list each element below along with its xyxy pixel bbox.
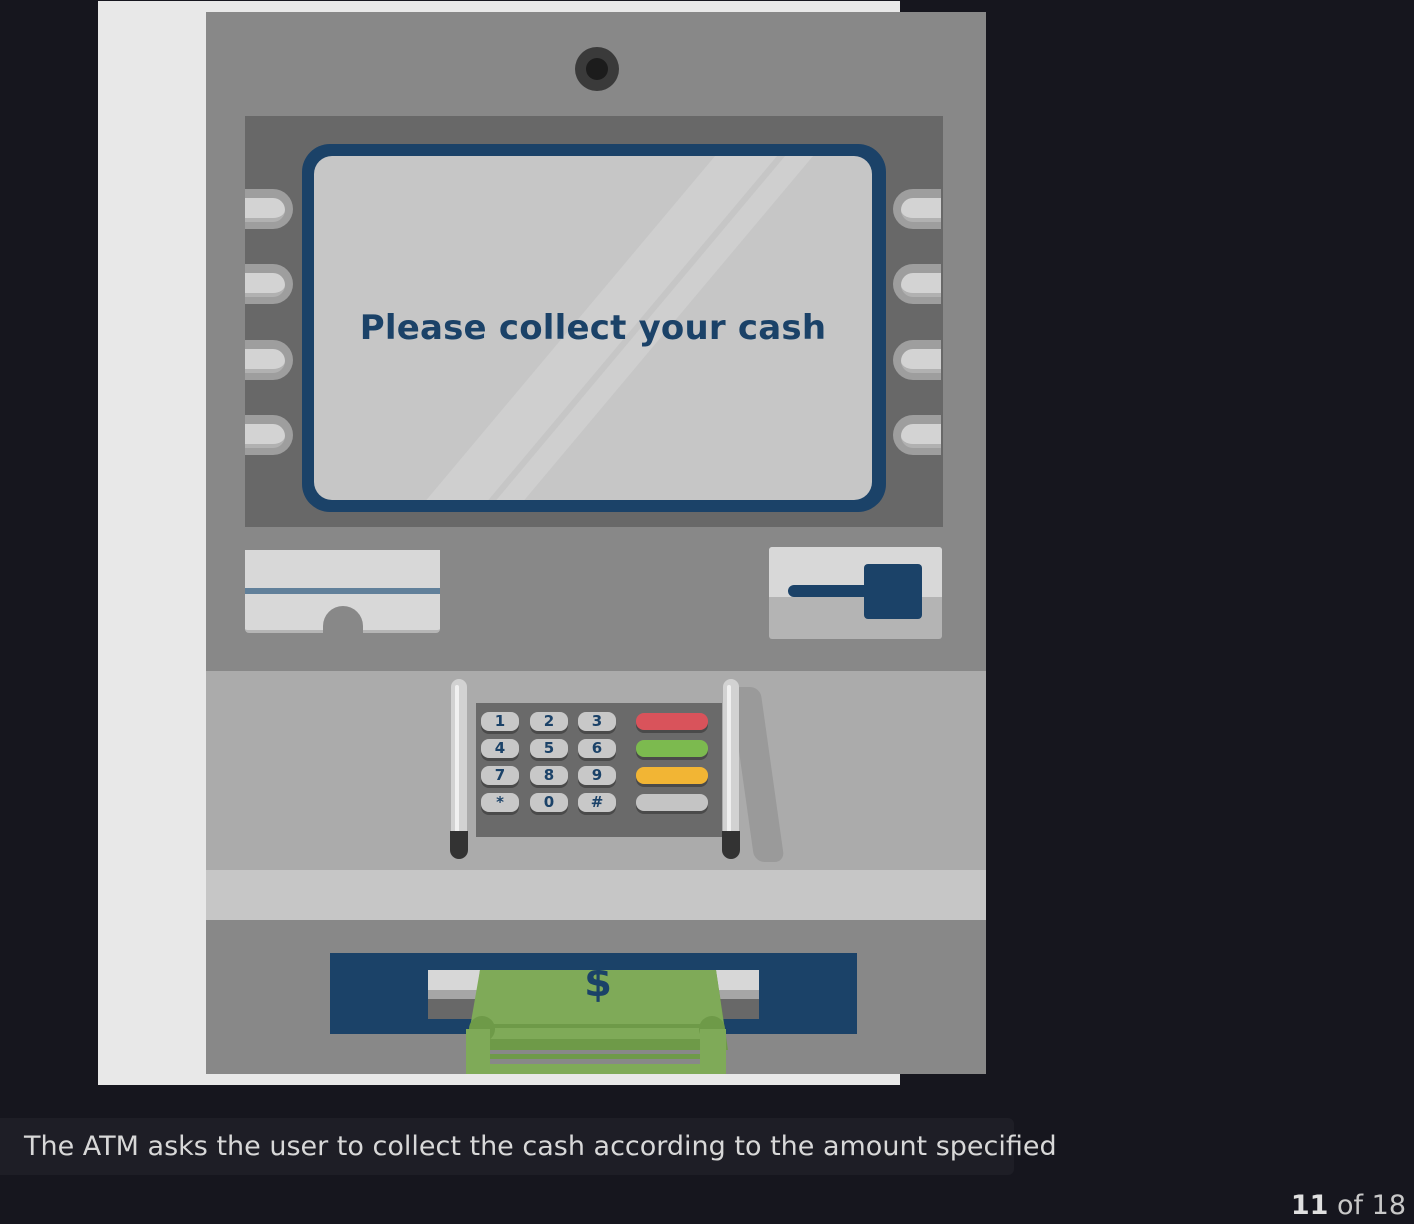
- key-1: 1: [481, 712, 519, 731]
- side-button-left-4: [245, 415, 293, 455]
- key-8: 8: [530, 766, 568, 785]
- side-button-cap: [901, 273, 941, 297]
- card-reader: [769, 547, 942, 639]
- pin-pad: 1 2 3 4 5 6 7 8 9 * 0 #: [476, 703, 722, 837]
- side-button-left-2: [245, 264, 293, 304]
- atm-screen: Please collect your cash: [314, 156, 872, 500]
- side-button-right-2: [893, 264, 941, 304]
- atm-illustration: Please collect your cash 1 2 3 4 5 6 7 8…: [98, 1, 986, 1085]
- blank-key: [636, 794, 708, 811]
- key-6: 6: [578, 739, 616, 758]
- cash-bills-icon: $: [466, 960, 728, 1074]
- side-button-cap: [245, 424, 285, 448]
- receipt-slot-line: [245, 588, 440, 594]
- key-2: 2: [530, 712, 568, 731]
- side-button-right-4: [893, 415, 941, 455]
- camera-icon: [575, 47, 619, 91]
- inserted-card: [864, 564, 922, 619]
- side-button-left-3: [245, 340, 293, 380]
- atm-screen-border: Please collect your cash: [302, 144, 886, 512]
- slide-current: 11: [1290, 1190, 1329, 1221]
- side-button-right-3: [893, 340, 941, 380]
- slide-counter: 11 of 18: [1291, 1190, 1406, 1221]
- side-button-cap: [901, 349, 941, 373]
- slide-total: 18: [1371, 1190, 1406, 1221]
- side-button-cap: [245, 349, 285, 373]
- slide-separator: of: [1337, 1190, 1364, 1221]
- side-button-cap: [245, 198, 285, 222]
- keypad-shield-right: [722, 679, 740, 859]
- key-4: 4: [481, 739, 519, 758]
- keypad-shield-left: [450, 679, 468, 859]
- confirm-key: [636, 740, 708, 757]
- receipt-slot: [245, 550, 440, 634]
- key-3: 3: [578, 712, 616, 731]
- screen-message: Please collect your cash: [359, 308, 827, 348]
- key-hash: #: [578, 793, 616, 812]
- side-button-right-1: [893, 189, 941, 229]
- side-button-cap: [901, 198, 941, 222]
- receipt-notch: [323, 606, 363, 634]
- side-button-cap: [245, 273, 285, 297]
- atm-ledge: [206, 870, 986, 920]
- atm-body: Please collect your cash 1 2 3 4 5 6 7 8…: [206, 12, 986, 1074]
- key-5: 5: [530, 739, 568, 758]
- key-star: *: [481, 793, 519, 812]
- key-0: 0: [530, 793, 568, 812]
- cash-dispenser: $: [330, 953, 857, 1074]
- side-button-left-1: [245, 189, 293, 229]
- camera-lens: [586, 58, 608, 80]
- key-7: 7: [481, 766, 519, 785]
- cancel-key: [636, 713, 708, 730]
- currency-symbol: $: [584, 960, 612, 1006]
- slide-caption: The ATM asks the user to collect the cas…: [0, 1118, 1057, 1175]
- side-button-cap: [901, 424, 941, 448]
- clear-key: [636, 767, 708, 784]
- key-9: 9: [578, 766, 616, 785]
